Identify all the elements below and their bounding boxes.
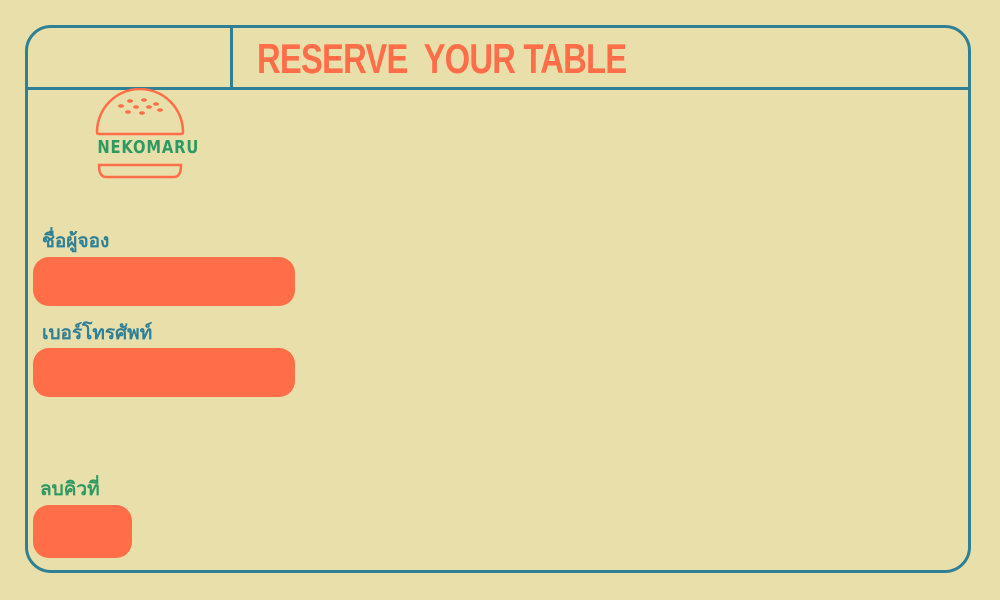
nekomaru-logo: NEKOMARU bbox=[88, 87, 200, 180]
phone-label: เบอร์โทรศัพท์ bbox=[42, 322, 153, 344]
header-divider bbox=[230, 28, 233, 87]
queue-number-input[interactable] bbox=[33, 505, 132, 558]
delete-queue-label: ลบคิวที่ bbox=[40, 478, 100, 500]
name-label: ชื่อผู้จอง bbox=[42, 230, 110, 252]
page-title: RESERVE YOUR TABLE bbox=[257, 35, 627, 82]
burger-icon bbox=[95, 87, 185, 179]
phone-input[interactable] bbox=[33, 348, 295, 397]
logo-text: NEKOMARU bbox=[97, 137, 200, 158]
name-input[interactable] bbox=[33, 257, 295, 306]
